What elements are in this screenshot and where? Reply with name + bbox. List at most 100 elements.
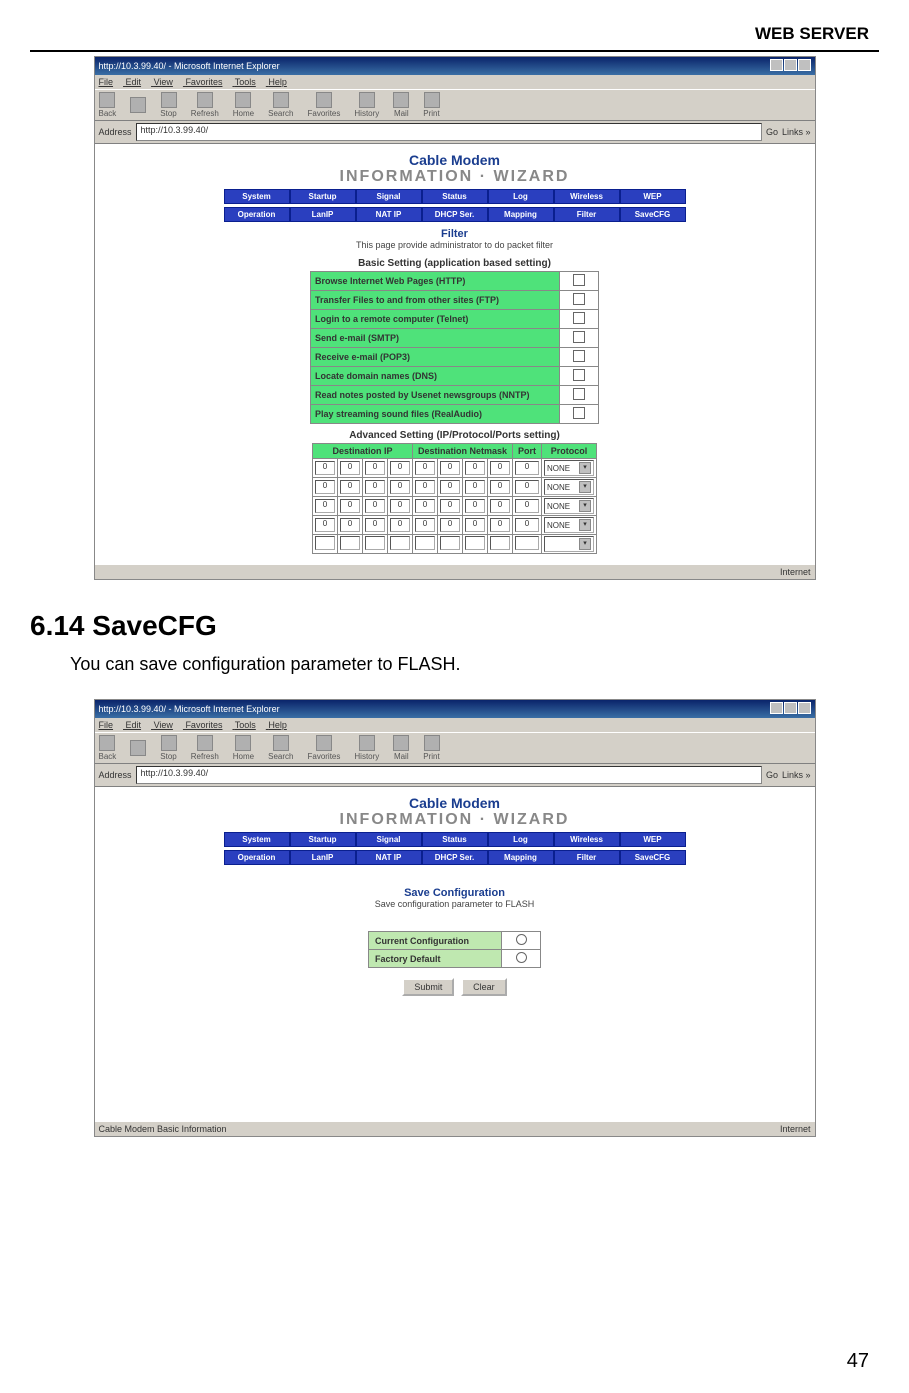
mask-octet[interactable]: 0 (465, 518, 485, 532)
toolbar-back[interactable]: Back (99, 735, 117, 761)
nav-operation[interactable]: Operation (224, 850, 290, 865)
ip-octet[interactable]: 0 (365, 518, 385, 532)
menu-edit[interactable]: Edit (126, 77, 142, 87)
toolbar-forward[interactable] (130, 740, 146, 757)
toolbar-history[interactable]: History (354, 735, 379, 761)
ip-octet[interactable]: 0 (315, 480, 335, 494)
ip-octet[interactable] (365, 536, 385, 550)
basic-checkbox[interactable] (573, 369, 585, 381)
nav-filter[interactable]: Filter (554, 850, 620, 865)
nav-dhcp[interactable]: DHCP Ser. (422, 207, 488, 222)
port-input[interactable]: 0 (515, 461, 539, 475)
nav-status[interactable]: Status (422, 189, 488, 204)
mask-octet[interactable] (465, 536, 485, 550)
nav-mapping[interactable]: Mapping (488, 850, 554, 865)
savecfg-radio-factory[interactable] (516, 952, 527, 963)
mask-octet[interactable] (440, 536, 460, 550)
ip-octet[interactable]: 0 (340, 518, 360, 532)
toolbar-search[interactable]: Search (268, 735, 293, 761)
toolbar-favorites[interactable]: Favorites (307, 735, 340, 761)
nav-wireless[interactable]: Wireless (554, 832, 620, 847)
ip-octet[interactable]: 0 (390, 499, 410, 513)
nav-startup[interactable]: Startup (290, 832, 356, 847)
ip-octet[interactable] (340, 536, 360, 550)
menubar[interactable]: File Edit View Favorites Tools Help (95, 75, 815, 89)
window-controls[interactable] (769, 59, 811, 73)
nav-wep[interactable]: WEP (620, 189, 686, 204)
mask-octet[interactable]: 0 (465, 480, 485, 494)
go-button[interactable]: Go (766, 127, 778, 137)
toolbar-refresh[interactable]: Refresh (191, 735, 219, 761)
basic-checkbox[interactable] (573, 274, 585, 286)
nav-natip[interactable]: NAT IP (356, 850, 422, 865)
menu-edit[interactable]: Edit (126, 720, 142, 730)
basic-checkbox[interactable] (573, 331, 585, 343)
menubar[interactable]: File Edit View Favorites Tools Help (95, 718, 815, 732)
toolbar-stop[interactable]: Stop (160, 735, 176, 761)
basic-checkbox[interactable] (573, 388, 585, 400)
nav-savecfg[interactable]: SaveCFG (620, 207, 686, 222)
mask-octet[interactable]: 0 (440, 499, 460, 513)
nav-signal[interactable]: Signal (356, 832, 422, 847)
submit-button[interactable]: Submit (402, 978, 454, 996)
mask-octet[interactable]: 0 (465, 499, 485, 513)
savecfg-radio-current[interactable] (516, 934, 527, 945)
protocol-select[interactable]: NONE▾ (544, 479, 594, 495)
menu-tools[interactable]: Tools (235, 77, 256, 87)
menu-favorites[interactable]: Favorites (185, 720, 222, 730)
menu-help[interactable]: Help (268, 77, 287, 87)
mask-octet[interactable]: 0 (415, 461, 435, 475)
toolbar-back[interactable]: Back (99, 92, 117, 118)
nav-wep[interactable]: WEP (620, 832, 686, 847)
ip-octet[interactable]: 0 (365, 499, 385, 513)
mask-octet[interactable]: 0 (415, 518, 435, 532)
protocol-select[interactable]: ▾ (544, 536, 594, 552)
port-input[interactable] (515, 536, 539, 550)
ip-octet[interactable]: 0 (365, 480, 385, 494)
nav-operation[interactable]: Operation (224, 207, 290, 222)
nav-filter[interactable]: Filter (554, 207, 620, 222)
toolbar-mail[interactable]: Mail (393, 92, 409, 118)
mask-octet[interactable]: 0 (415, 480, 435, 494)
mask-octet[interactable]: 0 (415, 499, 435, 513)
toolbar-stop[interactable]: Stop (160, 92, 176, 118)
basic-checkbox[interactable] (573, 293, 585, 305)
address-input[interactable]: http://10.3.99.40/ (136, 766, 762, 784)
nav-log[interactable]: Log (488, 189, 554, 204)
menu-file[interactable]: File (99, 720, 114, 730)
nav-log[interactable]: Log (488, 832, 554, 847)
ip-octet[interactable]: 0 (315, 518, 335, 532)
ip-octet[interactable]: 0 (315, 499, 335, 513)
ip-octet[interactable]: 0 (340, 480, 360, 494)
basic-checkbox[interactable] (573, 312, 585, 324)
ip-octet[interactable]: 0 (390, 480, 410, 494)
basic-checkbox[interactable] (573, 350, 585, 362)
ip-octet[interactable]: 0 (315, 461, 335, 475)
address-input[interactable]: http://10.3.99.40/ (136, 123, 762, 141)
ip-octet[interactable]: 0 (340, 461, 360, 475)
links-label[interactable]: Links » (782, 127, 811, 137)
links-label[interactable]: Links » (782, 770, 811, 780)
basic-checkbox[interactable] (573, 407, 585, 419)
mask-octet[interactable]: 0 (490, 480, 510, 494)
toolbar-favorites[interactable]: Favorites (307, 92, 340, 118)
nav-status[interactable]: Status (422, 832, 488, 847)
menu-view[interactable]: View (154, 720, 173, 730)
mask-octet[interactable]: 0 (440, 518, 460, 532)
toolbar-print[interactable]: Print (423, 735, 439, 761)
toolbar-refresh[interactable]: Refresh (191, 92, 219, 118)
nav-savecfg[interactable]: SaveCFG (620, 850, 686, 865)
ip-octet[interactable]: 0 (390, 461, 410, 475)
nav-dhcp[interactable]: DHCP Ser. (422, 850, 488, 865)
port-input[interactable]: 0 (515, 518, 539, 532)
menu-file[interactable]: File (99, 77, 114, 87)
menu-tools[interactable]: Tools (235, 720, 256, 730)
mask-octet[interactable] (490, 536, 510, 550)
nav-startup[interactable]: Startup (290, 189, 356, 204)
mask-octet[interactable]: 0 (440, 461, 460, 475)
menu-favorites[interactable]: Favorites (185, 77, 222, 87)
protocol-select[interactable]: NONE▾ (544, 517, 594, 533)
toolbar-forward[interactable] (130, 97, 146, 114)
toolbar-print[interactable]: Print (423, 92, 439, 118)
protocol-select[interactable]: NONE▾ (544, 498, 594, 514)
